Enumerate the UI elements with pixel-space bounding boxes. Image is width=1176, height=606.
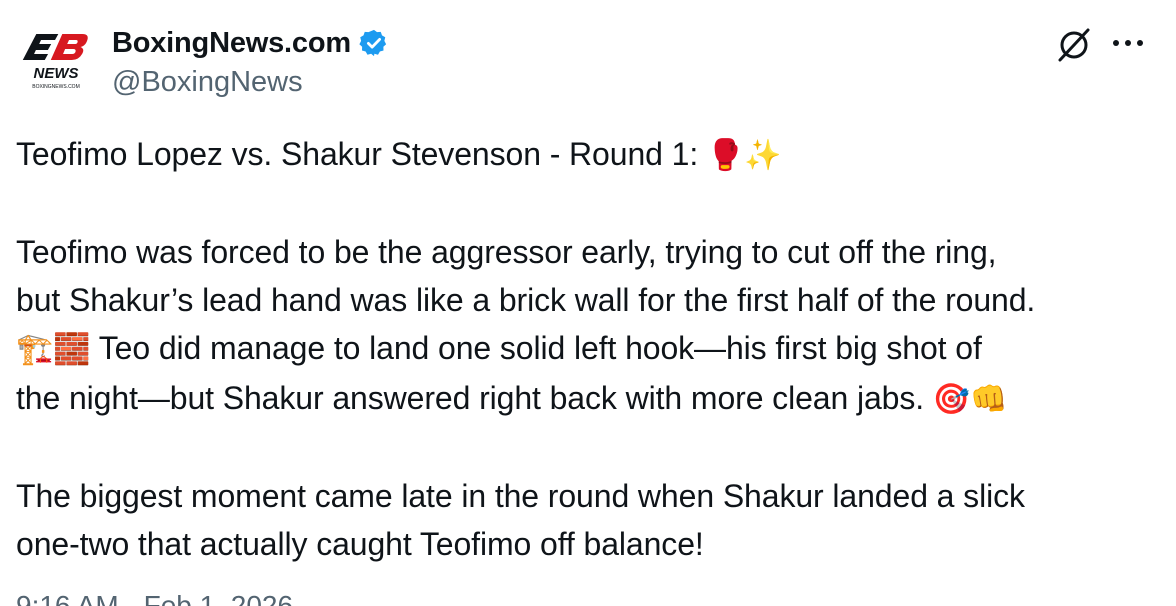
post-paragraph-3: The biggest moment came late in the roun… — [16, 478, 1025, 562]
post-headline: Teofimo Lopez vs. Shakur Stevenson - Rou… — [16, 136, 782, 173]
boxing-glove-sparkles-emoji: 🥊✨ — [706, 138, 782, 173]
post-paragraph-2: Teofimo was forced to be the aggressor e… — [16, 234, 1036, 417]
logo-url-text: BOXINGNEWS.COM — [32, 84, 80, 90]
crane-brick-emoji: 🏗️🧱 — [16, 332, 91, 367]
target-fist-emoji: 🎯👊 — [932, 382, 1008, 417]
tweet: NEWS BOXINGNEWS.COM BoxingNews.com @Boxi… — [0, 0, 1176, 606]
avatar-logo[interactable]: NEWS BOXINGNEWS.COM — [16, 26, 96, 106]
verified-badge-icon — [359, 29, 387, 57]
post-text: Teofimo Lopez vs. Shakur Stevenson - Rou… — [16, 130, 1156, 568]
grok-icon[interactable] — [1054, 24, 1094, 64]
timestamp[interactable]: 9:16 AM · Feb 1, 2026 — [16, 590, 293, 606]
handle[interactable]: @BoxingNews — [112, 66, 389, 99]
more-icon[interactable] — [1108, 28, 1148, 58]
account-info[interactable]: BoxingNews.com @BoxingNews — [112, 22, 389, 99]
display-name[interactable]: BoxingNews.com — [112, 27, 351, 60]
logo-news-text: NEWS — [34, 65, 79, 82]
